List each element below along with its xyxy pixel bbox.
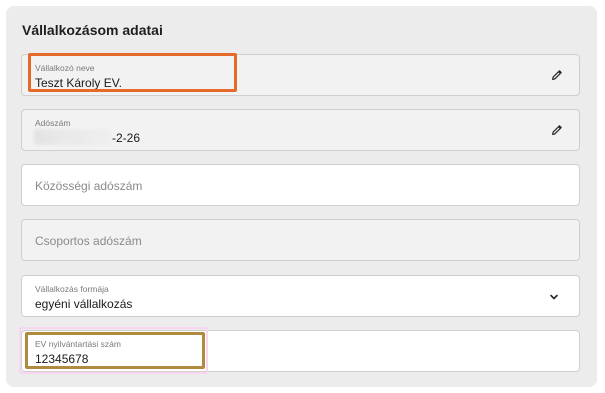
group-tax-number-input[interactable]: Csoportos adószám bbox=[21, 219, 580, 261]
community-tax-number-placeholder: Közösségi adószám bbox=[35, 179, 143, 193]
business-name-label: Vállalkozó neve bbox=[35, 63, 95, 73]
business-form-select[interactable]: Vállalkozás formája egyéni vállalkozás bbox=[21, 275, 580, 317]
pencil-icon bbox=[552, 125, 562, 135]
card-title: Vállalkozásom adatai bbox=[22, 22, 163, 38]
group-tax-number-placeholder: Csoportos adószám bbox=[35, 234, 142, 248]
pencil-icon bbox=[552, 70, 562, 80]
business-name-value: Teszt Károly EV. bbox=[35, 76, 122, 90]
edit-business-name-button[interactable] bbox=[549, 67, 565, 83]
ev-registration-label: EV nyilvántartási szám bbox=[35, 339, 121, 349]
chevron-down-icon bbox=[550, 294, 558, 300]
business-form-value: egyéni vállalkozás bbox=[35, 297, 133, 311]
edit-tax-number-button[interactable] bbox=[549, 122, 565, 138]
ev-registration-input[interactable]: EV nyilvántartási szám 12345678 bbox=[21, 330, 580, 372]
business-form-label: Vállalkozás formája bbox=[35, 284, 109, 294]
redacted-tax-number-mask bbox=[34, 129, 111, 145]
ev-registration-value: 12345678 bbox=[35, 352, 89, 366]
business-name-field: Vállalkozó neve Teszt Károly EV. bbox=[21, 54, 580, 96]
tax-number-label: Adószám bbox=[35, 118, 71, 128]
community-tax-number-input[interactable]: Közösségi adószám bbox=[21, 164, 580, 206]
tax-number-field: Adószám -2-26 bbox=[21, 109, 580, 151]
tax-number-value: -2-26 bbox=[112, 131, 141, 145]
